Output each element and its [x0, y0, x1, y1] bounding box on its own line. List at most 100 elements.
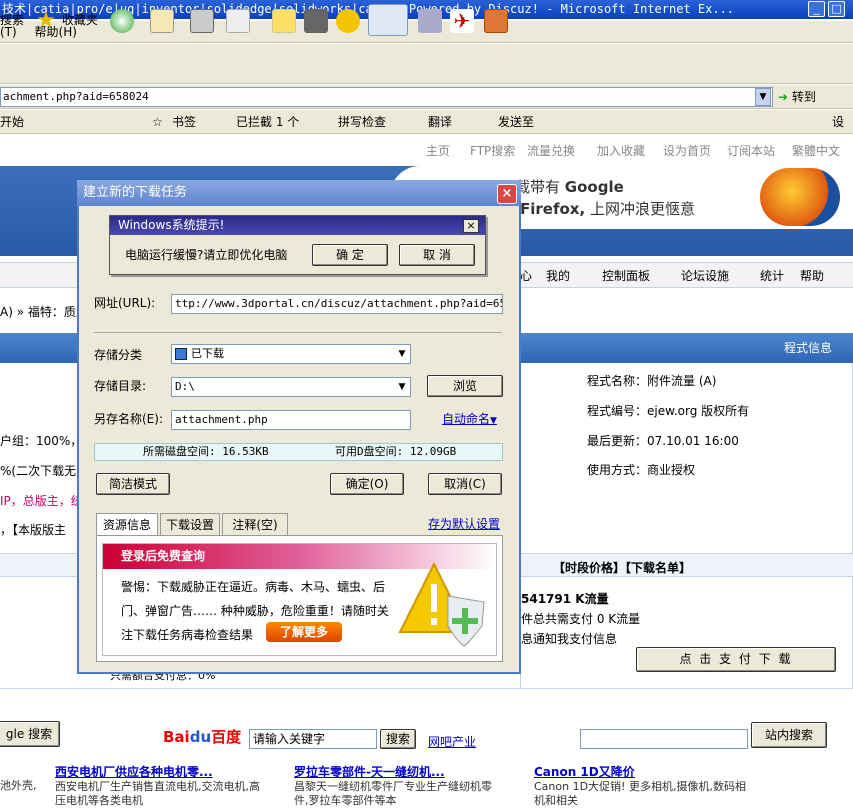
- checkbox-icon: [175, 348, 187, 360]
- simple-mode-button[interactable]: 简洁模式: [96, 473, 170, 495]
- url-input[interactable]: ttp://www.3dportal.cn/discuz/attachment.…: [171, 294, 503, 314]
- save-default-link[interactable]: 存为默认设置: [428, 515, 500, 532]
- system-popup-close[interactable]: ×: [463, 219, 479, 233]
- google-search-button[interactable]: gle 搜索: [0, 721, 60, 747]
- site-search-input[interactable]: [580, 729, 748, 749]
- search-button[interactable]: 搜索: [0, 8, 24, 32]
- mail-icon[interactable]: [150, 8, 174, 33]
- go-button[interactable]: ➜ 转到: [778, 87, 816, 107]
- ad-link-1[interactable]: 西安电机厂供应各种电机零... 西安电机厂生产销售直流电机,交流电机,高 压电机…: [55, 763, 285, 808]
- ad-link-1-title[interactable]: 西安电机厂供应各种电机零...: [55, 763, 285, 780]
- warning-shield-icon: [398, 560, 490, 648]
- start-link[interactable]: 开始: [0, 110, 24, 134]
- minimize-button[interactable]: _: [808, 1, 825, 17]
- program-info-title: 程式信息: [784, 341, 833, 355]
- ad-link-2-title[interactable]: 罗拉车零部件-天一缝纫机...: [294, 763, 524, 780]
- popup-blocked-button[interactable]: 已拦截 1 个: [236, 110, 299, 134]
- system-popup-cancel[interactable]: 取 消: [399, 244, 475, 266]
- price-line-1: 541791 K流量: [521, 592, 609, 606]
- category-label: 存储分类: [94, 348, 143, 362]
- tool-icon[interactable]: [304, 8, 328, 33]
- left-fragment-1: 户组：100%，: [0, 434, 83, 448]
- address-bar: achment.php?aid=658024 ▼ ➜ 转到: [0, 85, 853, 109]
- info-name: 程式名称：附件流量 (A): [587, 374, 717, 388]
- send-to-button[interactable]: 发送至: [498, 110, 534, 134]
- saveas-label: 另存名称(E):: [94, 412, 163, 426]
- disk-free: 可用D盘空间: 12.09GB: [335, 445, 457, 458]
- toolbar: [0, 44, 853, 84]
- info-updated: 最后更新：07.10.01 16:00: [587, 434, 739, 448]
- price-header: 【时段价格】【下载名单】: [553, 561, 692, 575]
- topnav-traditional[interactable]: 繁體中文: [792, 140, 840, 162]
- bird-icon[interactable]: ✈: [450, 8, 474, 33]
- topnav-exchange[interactable]: 流量兑换: [527, 140, 575, 162]
- translate-button[interactable]: 翻译: [428, 110, 452, 134]
- browse-button[interactable]: 浏览: [427, 375, 503, 397]
- category-dropdown-icon[interactable]: ▼: [395, 346, 409, 362]
- print-icon[interactable]: [190, 8, 214, 33]
- maximize-button[interactable]: □: [828, 1, 845, 17]
- cancel-button[interactable]: 取消(C): [428, 473, 502, 495]
- edit-icon[interactable]: [226, 8, 250, 33]
- nav-stats[interactable]: 统计: [760, 263, 784, 289]
- nav-center[interactable]: 心: [520, 263, 532, 289]
- system-popup-message: 电脑运行缓慢?请立即优化电脑: [125, 248, 288, 262]
- nav-help[interactable]: 帮助: [800, 263, 824, 289]
- disk-space-bar: 所需磁盘空间: 16.53KB 可用D盘空间: 12.09GB: [94, 443, 503, 461]
- price-line-2: 件总共需支付 0 K流量: [521, 612, 641, 626]
- ad-text-2: 上网冲浪更惬意: [589, 200, 695, 218]
- ad-firefox: Firefox,: [520, 200, 586, 218]
- app-icon[interactable]: [484, 8, 508, 33]
- bookmarks-star-icon: ☆: [152, 115, 163, 129]
- ad-left-fragment: 池外壳,: [0, 779, 37, 792]
- auto-name-link[interactable]: 自动命名▼: [442, 409, 497, 431]
- favorites-button[interactable]: ★ 收藏夹: [34, 8, 98, 32]
- topnav-home[interactable]: 主页: [426, 140, 450, 162]
- plugin-icon[interactable]: [336, 8, 360, 33]
- address-input[interactable]: achment.php?aid=658024: [0, 87, 773, 107]
- nav-forum-tools[interactable]: 论坛设施: [681, 263, 729, 289]
- ad-link-2-text1: 昌黎天一缝纫机零件厂专业生产缝纫机零: [294, 780, 492, 793]
- nav-mine[interactable]: 我的: [546, 263, 570, 289]
- divider: [0, 688, 853, 689]
- left-fragment-4: ，【本版版主: [0, 523, 67, 537]
- tab-notes[interactable]: 注释(空): [222, 513, 288, 535]
- left-fragment-2: %(二次下载无: [0, 464, 77, 478]
- tab-resource-info[interactable]: 资源信息: [96, 513, 158, 535]
- topnav-ftp[interactable]: FTP搜索: [470, 140, 515, 162]
- baidu-logo-icon: Baidu百度: [163, 728, 242, 746]
- tab-download-settings[interactable]: 下载设置: [160, 513, 220, 535]
- bookmarks-button[interactable]: 书签: [172, 110, 196, 134]
- baidu-search-input[interactable]: 请输入关键字: [249, 729, 377, 749]
- address-dropdown[interactable]: ▼: [755, 88, 771, 106]
- topnav-subscribe[interactable]: 订阅本站: [727, 140, 775, 162]
- saveas-input[interactable]: attachment.php: [171, 410, 411, 430]
- pay-download-button[interactable]: 点 击 支 付 下 载: [636, 647, 836, 672]
- ad-link-3[interactable]: Canon 1D又降价 Canon 1D大促销! 更多相机,摄像机,数码相 机和…: [534, 763, 784, 808]
- system-popup-ok[interactable]: 确 定: [312, 244, 388, 266]
- download-manager-icon[interactable]: [368, 4, 408, 36]
- dialog-title: 建立新的下载任务: [77, 180, 521, 206]
- nav-control-panel[interactable]: 控制面板: [602, 263, 650, 289]
- topnav-favorite[interactable]: 加入收藏: [597, 140, 645, 162]
- directory-select[interactable]: D:\: [171, 377, 411, 397]
- top-nav: 主页 FTP搜索 流量兑换 加入收藏 设为首页 订阅本站 繁體中文: [0, 140, 853, 162]
- spellcheck-button[interactable]: 拼写检查: [338, 110, 386, 134]
- baidu-link[interactable]: 网吧产业: [428, 733, 476, 750]
- ad-link-3-title[interactable]: Canon 1D又降价: [534, 763, 784, 780]
- site-search-button[interactable]: 站内搜索: [751, 722, 827, 748]
- category-select[interactable]: 已下载: [171, 344, 411, 364]
- dialog-close-button[interactable]: ×: [497, 184, 517, 204]
- baidu-search-button[interactable]: 搜索: [380, 729, 416, 749]
- promo-text-2: 门、弹窗广告…… 种种威胁，危险重重！请随时关: [121, 604, 389, 618]
- note-icon[interactable]: [272, 8, 296, 33]
- history-icon[interactable]: [110, 8, 134, 33]
- learn-more-button[interactable]: 了解更多: [266, 622, 342, 642]
- directory-dropdown-icon[interactable]: ▼: [395, 379, 409, 395]
- promo-text-3: 注下载任务病毒检查结果: [121, 628, 254, 642]
- messenger-icon[interactable]: [418, 8, 442, 33]
- ok-button[interactable]: 确定(O): [330, 473, 404, 495]
- ad-link-2[interactable]: 罗拉车零部件-天一缝纫机... 昌黎天一缝纫机零件厂专业生产缝纫机零 件,罗拉车…: [294, 763, 524, 808]
- disk-needed: 所需磁盘空间: 16.53KB: [143, 445, 269, 458]
- topnav-homepage[interactable]: 设为首页: [663, 140, 711, 162]
